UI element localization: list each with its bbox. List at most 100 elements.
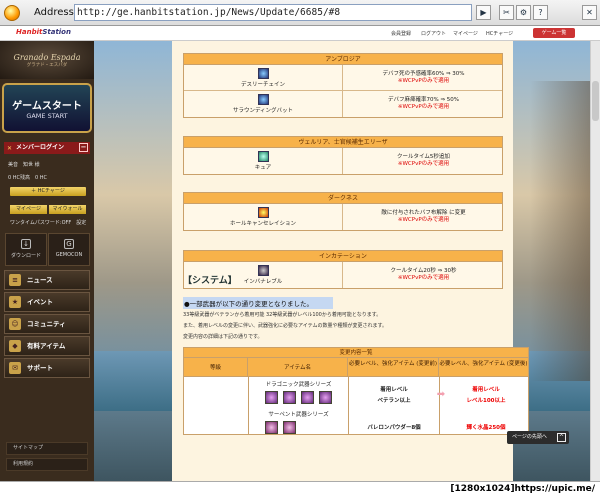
skill-table-ambrosia: アンブロジア デスリーチェイン デバフ死の予感確率60% ⇒ 30% ※WCPvP…: [183, 53, 503, 118]
skill-desc: デバフ麻痺確率70% ⇒ 50%: [387, 97, 460, 103]
menu-event[interactable]: ★ イベント: [4, 292, 90, 312]
terms-link[interactable]: 利用規約: [6, 458, 88, 471]
sitemap-link[interactable]: サイトマップ: [6, 442, 88, 455]
shop-icon: ◆: [9, 340, 21, 352]
skill-icon: [257, 94, 269, 105]
table-header-row: 等級 アイテム名 必要レベル、強化アイテム (変更前) 必要レベル、強化アイテム…: [184, 358, 528, 377]
mypage-button[interactable]: マイページ: [10, 205, 47, 214]
skill-category: ヴェルリア、士官候補生エリーザ: [184, 137, 502, 148]
close-icon[interactable]: ✕: [582, 5, 597, 20]
nav-register-link[interactable]: 会員登録: [391, 30, 411, 37]
browser-address-bar: Address: http://ge.hanbitstation.jp/News…: [0, 0, 600, 26]
scrollbar-thumb[interactable]: [592, 81, 599, 121]
system-line: 33等級武器がベテランから着用可能 32等級武器がレベル100から着用可能となり…: [183, 312, 382, 318]
series-name: サーペント武器シリーズ: [268, 412, 329, 418]
system-line: 変更内容の詳細は下記の通りです。: [183, 334, 263, 340]
hc-balance: 0 HC残高 0 HC: [8, 175, 48, 181]
skill-table-darkness: ダークネス ホールキャンセレイション 敵に付与されたバフ布解除 に変更 ※WCPv…: [183, 192, 503, 231]
skill-category: ダークネス: [184, 193, 502, 204]
onetime-password-status[interactable]: ワンタイムパスワード:OFF 設定: [10, 219, 86, 226]
skill-note: ※WCPvPのみで適用: [397, 217, 450, 223]
top-navigation: HanbitStation 会員登録 ログアウト マイページ HCチャージ ゲー…: [0, 26, 600, 41]
skill-note: ※WCPvPのみで適用: [397, 78, 450, 84]
skill-row: キュア クールタイム5秒追加 ※WCPvPのみで適用: [184, 148, 502, 174]
weapon-icon: [265, 391, 278, 404]
collapse-icon[interactable]: −: [79, 143, 88, 152]
skill-icon: [257, 207, 269, 218]
nav-hccharge-link[interactable]: HCチャージ: [486, 30, 513, 37]
settings-icon[interactable]: ⚙: [516, 5, 531, 20]
before-item: バレロンパウダー8個: [367, 425, 421, 431]
skill-note: ※WCPvPのみで適用: [397, 275, 450, 281]
header-item: アイテム名: [248, 358, 348, 377]
skill-row: デスリーチェイン デバフ死の予感確率60% ⇒ 30% ※WCPvPのみで適用: [184, 65, 502, 91]
support-icon: ✉: [9, 362, 21, 374]
skill-category: インカテーション: [184, 251, 502, 262]
community-icon: ☺: [9, 318, 21, 330]
header-before: 必要レベル、強化アイテム (変更前): [348, 358, 439, 377]
address-label: Address:: [34, 7, 78, 18]
news-icon: ≡: [9, 274, 21, 286]
after-level-label: 着用レベル: [472, 387, 500, 393]
address-input[interactable]: http://ge.hanbitstation.jp/News/Update/6…: [74, 4, 472, 21]
download-icon: ↓: [21, 239, 31, 249]
header-after: 必要レベル、強化アイテム (変更後): [439, 361, 528, 367]
skill-icon: [257, 151, 269, 162]
menu-paid-items[interactable]: ◆ 有料アイテム: [4, 336, 90, 356]
menu-support[interactable]: ✉ サポート: [4, 358, 90, 378]
skill-note: ※WCPvPのみで適用: [397, 161, 450, 167]
download-button[interactable]: ↓ ダウンロード: [5, 233, 47, 266]
after-level-value: レベル100以上: [466, 398, 506, 404]
user-name: 美音 知世 様: [8, 162, 40, 168]
event-icon: ★: [9, 296, 21, 308]
skill-table-verlia: ヴェルリア、士官候補生エリーザ キュア クールタイム5秒追加 ※WCPvPのみで適…: [183, 136, 503, 175]
table-row: ドラゴニック武器シリーズ サーペント武器シリーズ 着用レベル ベテラン以上 バレ…: [184, 377, 528, 434]
weapon-icon: [265, 421, 278, 434]
nav-mypage-link[interactable]: マイページ: [453, 30, 478, 37]
skill-name: デスリーチェイン: [240, 82, 285, 88]
game-list-button[interactable]: ゲーム一覧: [533, 28, 575, 38]
page-top-button[interactable]: ページの先頭へ ^: [507, 431, 569, 444]
skill-row: サラウンディングバット デバフ麻痺確率70% ⇒ 50% ※WCPvPのみで適用: [184, 91, 502, 117]
help-icon[interactable]: ?: [533, 5, 548, 20]
cross-swords-icon: ✕: [7, 145, 13, 152]
system-bullet: ●一部武器が以下の通り変更となりました。: [183, 297, 333, 309]
before-level-label: 着用レベル: [380, 387, 408, 393]
menu-community[interactable]: ☺ コミュニティ: [4, 314, 90, 334]
go-icon[interactable]: ▶: [476, 5, 491, 20]
menu-news[interactable]: ≡ ニュース: [4, 270, 90, 290]
skill-desc: クールタイム5秒追加: [397, 154, 450, 160]
footer-strip: [1280x1024]https://upic.me/: [0, 481, 600, 499]
skill-name: ホールキャンセレイション: [229, 221, 296, 227]
skill-name: サラウンディングバット: [232, 108, 294, 114]
game-logo[interactable]: Granado Espada グラナド・エスパダ: [0, 41, 94, 79]
skill-category: アンブロジア: [184, 54, 502, 65]
table-title: 変更内容一覧: [184, 348, 528, 358]
tools-icon[interactable]: ✂: [499, 5, 514, 20]
scrollbar[interactable]: [590, 41, 600, 481]
system-line: また、着用レベルの変更に伴い、武器強化に必要なアイテムの数量や種類が変更されます…: [183, 323, 388, 329]
up-arrow-icon: ^: [557, 433, 566, 442]
after-item: 輝く水晶250個: [466, 425, 506, 431]
header-grade: 等級: [184, 358, 248, 377]
before-level-value: ベテラン以上: [377, 398, 411, 404]
hc-charge-button[interactable]: ＋ HCチャージ: [10, 187, 86, 196]
skill-name: インバナレブル: [243, 279, 283, 285]
nav-logout-link[interactable]: ログアウト: [421, 30, 446, 37]
skill-note: ※WCPvPのみで適用: [397, 104, 450, 110]
game-start-button[interactable]: ゲームスタート GAME START: [2, 83, 92, 133]
skill-name: キュア: [254, 165, 272, 171]
site-logo[interactable]: HanbitStation: [16, 28, 71, 36]
skill-row: ホールキャンセレイション 敵に付与されたバフ布解除 に変更 ※WCPvPのみで適用: [184, 204, 502, 230]
weapon-icon: [301, 391, 314, 404]
series-name: ドラゴニック武器シリーズ: [265, 382, 332, 388]
mywallet-button[interactable]: マイウォール: [49, 205, 86, 214]
weapon-icon: [283, 421, 296, 434]
watermark-text: [1280x1024]https://upic.me/: [450, 484, 595, 494]
skill-desc: クールタイム20秒 ⇒ 30秒: [390, 268, 457, 274]
weapon-icon: [319, 391, 332, 404]
skill-desc: 敵に付与されたバフ布解除 に変更: [381, 210, 466, 216]
gemocon-button[interactable]: G GEMOCON: [48, 233, 90, 266]
skill-desc: デバフ死の予感確率60% ⇒ 30%: [382, 71, 465, 77]
member-login-header: ✕ メンバーログイン −: [4, 142, 90, 154]
